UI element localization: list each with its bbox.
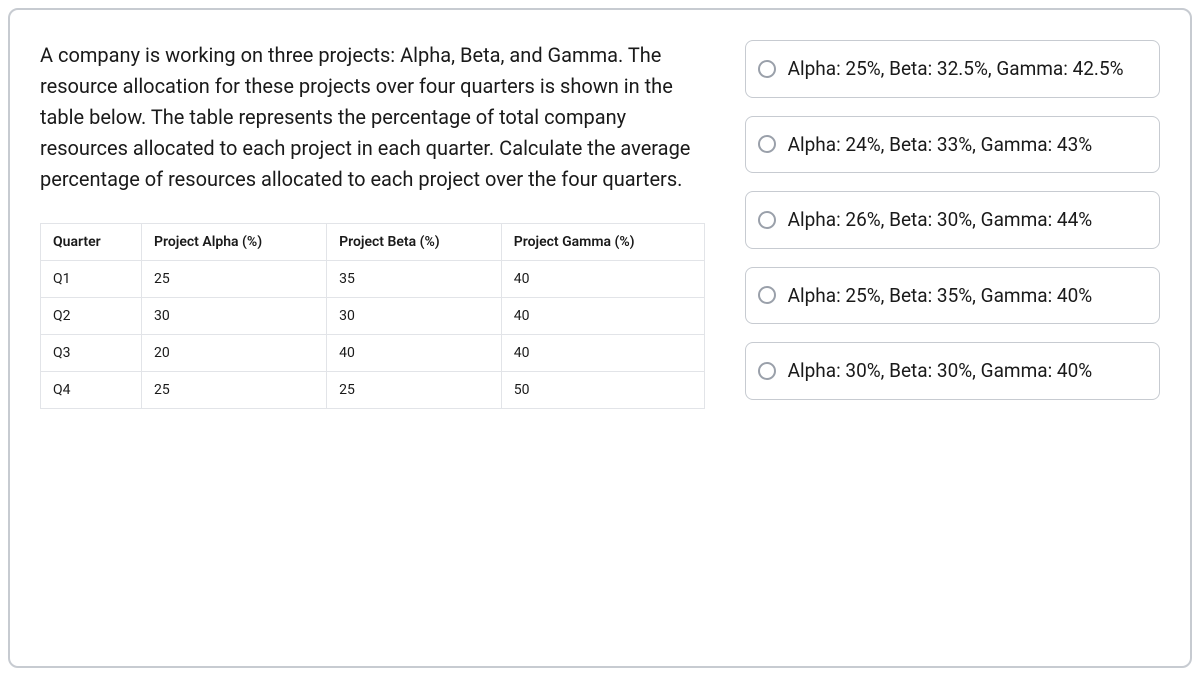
table-cell: 30 xyxy=(327,298,502,335)
table-cell: 40 xyxy=(501,335,704,372)
option-text: Alpha: 25%, Beta: 32.5%, Gamma: 42.5% xyxy=(788,55,1124,83)
option-text: Alpha: 24%, Beta: 33%, Gamma: 43% xyxy=(788,131,1093,159)
table-cell: 25 xyxy=(142,372,327,409)
table-cell: 35 xyxy=(327,261,502,298)
table-header: Quarter xyxy=(41,224,142,261)
table-header: Project Gamma (%) xyxy=(501,224,704,261)
question-text: A company is working on three projects: … xyxy=(40,40,705,195)
question-card: A company is working on three projects: … xyxy=(8,8,1192,668)
table-cell: 40 xyxy=(501,261,704,298)
radio-icon xyxy=(758,362,776,380)
answer-option-3[interactable]: Alpha: 26%, Beta: 30%, Gamma: 44% xyxy=(745,191,1160,249)
option-text: Alpha: 30%, Beta: 30%, Gamma: 40% xyxy=(788,357,1093,385)
radio-icon xyxy=(758,286,776,304)
table-cell: 30 xyxy=(142,298,327,335)
table-header-row: Quarter Project Alpha (%) Project Beta (… xyxy=(41,224,705,261)
answer-option-5[interactable]: Alpha: 30%, Beta: 30%, Gamma: 40% xyxy=(745,342,1160,400)
table-row: Q1 25 35 40 xyxy=(41,261,705,298)
table-header: Project Alpha (%) xyxy=(142,224,327,261)
answer-options: Alpha: 25%, Beta: 32.5%, Gamma: 42.5% Al… xyxy=(745,40,1160,636)
table-header: Project Beta (%) xyxy=(327,224,502,261)
radio-icon xyxy=(758,211,776,229)
table-row: Q3 20 40 40 xyxy=(41,335,705,372)
table-cell: Q3 xyxy=(41,335,142,372)
table-row: Q4 25 25 50 xyxy=(41,372,705,409)
table-cell: 25 xyxy=(327,372,502,409)
data-table: Quarter Project Alpha (%) Project Beta (… xyxy=(40,223,705,409)
table-cell: Q2 xyxy=(41,298,142,335)
radio-icon xyxy=(758,135,776,153)
radio-icon xyxy=(758,60,776,78)
question-left-column: A company is working on three projects: … xyxy=(40,40,705,636)
table-cell: 25 xyxy=(142,261,327,298)
option-text: Alpha: 25%, Beta: 35%, Gamma: 40% xyxy=(788,282,1093,310)
table-cell: 40 xyxy=(501,298,704,335)
table-cell: Q1 xyxy=(41,261,142,298)
table-cell: 40 xyxy=(327,335,502,372)
table-cell: 20 xyxy=(142,335,327,372)
answer-option-4[interactable]: Alpha: 25%, Beta: 35%, Gamma: 40% xyxy=(745,267,1160,325)
option-text: Alpha: 26%, Beta: 30%, Gamma: 44% xyxy=(788,206,1093,234)
answer-option-2[interactable]: Alpha: 24%, Beta: 33%, Gamma: 43% xyxy=(745,116,1160,174)
table-row: Q2 30 30 40 xyxy=(41,298,705,335)
table-cell: Q4 xyxy=(41,372,142,409)
answer-option-1[interactable]: Alpha: 25%, Beta: 32.5%, Gamma: 42.5% xyxy=(745,40,1160,98)
table-cell: 50 xyxy=(501,372,704,409)
